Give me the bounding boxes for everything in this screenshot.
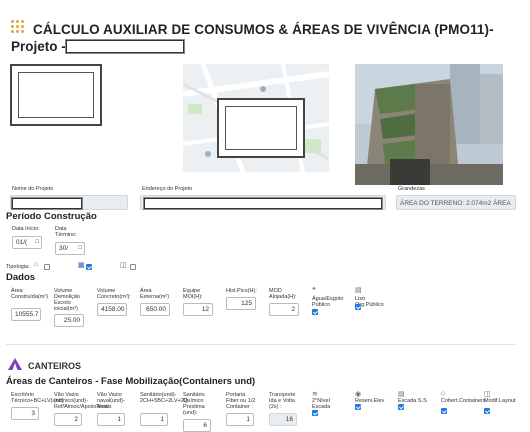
reserv-elev-checkbox[interactable] [355, 404, 361, 410]
equipe-moi-input[interactable]: 12 [183, 303, 213, 316]
tipologia-label: Tipologia: [6, 264, 30, 270]
canteiros-subtitle: Áreas de Canteiros - Fase Mobilização(Co… [6, 376, 256, 387]
stairs-icon: ≋ [312, 391, 318, 398]
volume-concreto-input[interactable]: 4158.00 [97, 303, 127, 316]
transporte-field: 16 [269, 413, 297, 426]
layout-icon: ◫ [484, 391, 491, 398]
escritorio-input[interactable]: 3 [11, 407, 39, 420]
field-label: Hist.Pico(H): [226, 288, 257, 294]
roof-icon: ⌂ [441, 390, 446, 397]
tipologia-residencial-checkbox[interactable] [44, 264, 50, 270]
check-label: Água/Esgoto Público [312, 296, 344, 308]
location-image-placeholder [217, 98, 305, 158]
portaria-input[interactable]: 1 [226, 413, 254, 426]
grandezas-label: Grandezas [398, 186, 425, 192]
check-label: Cobert.Containers [441, 398, 486, 404]
mod-alojada-input[interactable]: 2 [269, 303, 299, 316]
sanitario-input[interactable]: 1 [140, 413, 168, 426]
project-name-field[interactable] [10, 195, 128, 210]
field-label: Área Construída(m²) [11, 288, 48, 300]
page-title: CÁLCULO AUXILIAR DE CONSUMOS & ÁREAS DE … [33, 22, 494, 37]
field-label: Área Externa(m²) [140, 288, 170, 300]
sanitario-quimico-input[interactable]: 6 [183, 419, 211, 432]
field-label: Transporte Ida e Volta (2x) : [269, 392, 296, 410]
field-label: Escritório Técnico+BC+LV(und) [11, 392, 64, 404]
field-label: Vão Vazio (técnico(und)- Ref/Almoc/Apoio… [54, 392, 109, 410]
lixo-checkbox[interactable] [355, 304, 361, 310]
water-icon: ❝ [312, 287, 316, 294]
data-inicio-label: Data Início: [12, 226, 40, 232]
dados-title: Dados [6, 272, 36, 283]
data-termino-label: Data Término: [55, 226, 77, 238]
field-label: Sanitário(und)- 2CH+5BC+2LV+2D [140, 392, 188, 404]
data-inicio-input[interactable]: 01/( □ [12, 236, 42, 249]
field-label: Volume Demolição Escoto inicial(m³) [54, 288, 80, 312]
field-label: Sanitário Químico Prestima (und): [183, 392, 205, 416]
building-photo [355, 64, 503, 185]
vao-vazio-naval-input[interactable]: 1 [97, 413, 125, 426]
tipologia-industrial-checkbox[interactable] [130, 264, 136, 270]
vao-vazio-tecnico-input[interactable]: 2 [54, 413, 82, 426]
calendar-icon[interactable]: □ [78, 245, 82, 251]
check-label: 2°Nível Escada [312, 398, 331, 410]
home-icon: ⌂ [34, 261, 39, 268]
ladder-icon: ▤ [398, 391, 405, 398]
project-name-redacted [66, 40, 184, 53]
page-subtitle: Projeto - [11, 39, 66, 54]
check-label: Modif.Layout [484, 398, 516, 404]
agua-esgoto-checkbox[interactable] [312, 309, 318, 315]
project-logo-image [10, 64, 102, 126]
field-label: MOD Alojada(H): [269, 288, 297, 300]
field-label: Volume Concreto(m³): [97, 288, 131, 300]
area-terreno-field[interactable]: ÁREA DO TERRENO: 2.074m2 ÁREA [396, 195, 516, 210]
tank-icon: ◉ [355, 391, 362, 398]
field-label: Portaria Fiber ou 1/2 Container : [226, 392, 256, 410]
cobert-containers-checkbox[interactable] [441, 408, 447, 414]
calendar-icon[interactable]: □ [35, 239, 39, 245]
divider [6, 344, 516, 345]
tipologia-comercial-checkbox[interactable] [86, 264, 92, 270]
periodo-title: Período Construção [6, 211, 97, 222]
trash-icon: ▤ [355, 287, 362, 294]
modif-layout-checkbox[interactable] [484, 408, 490, 414]
tent-icon [8, 357, 22, 370]
volume-demolicao-input[interactable]: 25.00 [54, 314, 84, 327]
canteiros-title: CANTEIROS [28, 361, 82, 371]
grid-icon [11, 20, 29, 38]
field-label: Vão Vazio naval(und)- Vestix [97, 392, 125, 410]
field-label: Equipe MOI(H): [183, 288, 203, 300]
area-externa-input[interactable]: 650.00 [140, 303, 170, 316]
segundo-nivel-checkbox[interactable] [312, 410, 318, 416]
area-construida-input[interactable]: 10555.7 [11, 308, 41, 321]
hist-pico-input[interactable]: 125 [226, 297, 256, 310]
factory-icon: ◫ [120, 262, 127, 269]
data-termino-input[interactable]: 30/ □ [55, 242, 85, 255]
data-inicio-value: 01/( [16, 239, 28, 246]
nome-label: Nome do Projeto [12, 186, 54, 192]
building-icon: ▦ [78, 262, 85, 269]
data-termino-value: 30/ [59, 245, 69, 252]
endereco-label: Endereço do Projeto [142, 186, 193, 192]
escada-ss-checkbox[interactable] [398, 404, 404, 410]
project-address-field[interactable] [140, 195, 386, 210]
